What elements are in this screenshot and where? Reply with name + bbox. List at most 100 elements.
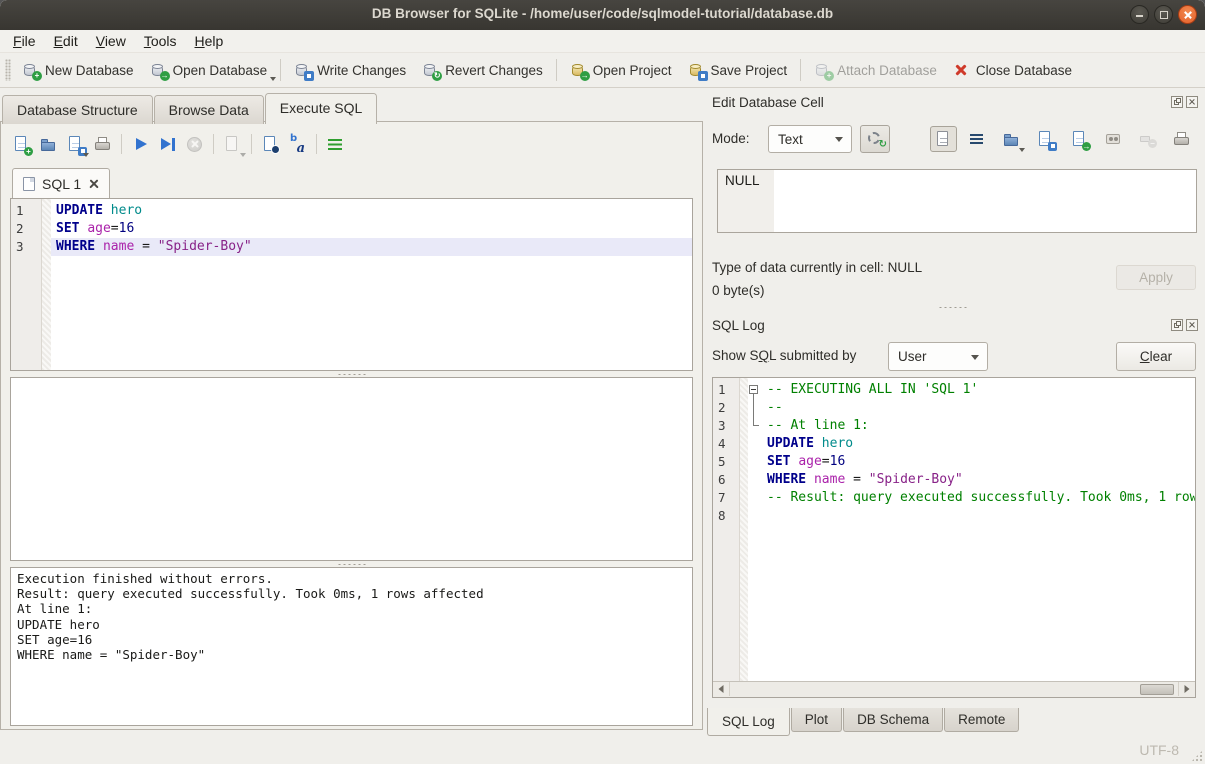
toolbar-button-label: Open Project [593,63,672,78]
edit-cell-header: Edit Database Cell [712,92,1198,112]
write-changes-button[interactable]: Write Changes [286,58,414,83]
scroll-right-icon[interactable] [1178,682,1195,696]
execute-current-line-icon[interactable] [154,131,181,157]
minimize-button[interactable] [1130,5,1149,24]
text-mode-icon[interactable] [930,126,957,152]
open-badge-icon [580,71,590,81]
edit-cell-title: Edit Database Cell [712,95,824,110]
main-toolbar: New Database Open Database Write ChangesRe… [0,52,1205,88]
toolbar-button-label: Close Database [976,63,1072,78]
code-line: 1-- EXECUTING ALL IN 'SQL 1' [713,381,1195,399]
menu-edit[interactable]: Edit [45,31,87,51]
find-icon[interactable] [257,131,284,157]
open-in-external-icon[interactable] [1100,126,1127,152]
find-replace-icon[interactable] [284,131,311,157]
scrollbar-thumb[interactable] [1140,684,1174,695]
dropdown-caret-icon [83,153,89,157]
mode-select[interactable]: Text [768,125,852,153]
toolbar-separator [556,59,557,81]
apply-button[interactable]: Apply [1116,265,1196,290]
open-database-button[interactable]: Open Database [142,58,276,83]
statusbar: UTF-8 [0,735,1205,764]
dock-tab-sql-log[interactable]: SQL Log [707,708,790,736]
resize-grip[interactable] [1191,750,1203,762]
save-results-icon [219,131,246,157]
execute-all-icon[interactable] [127,131,154,157]
fold-marker[interactable] [748,381,762,399]
menu-view[interactable]: View [87,31,135,51]
horizontal-scrollbar[interactable] [713,681,1195,697]
scrollbar-track[interactable] [730,682,1178,697]
toolbar-separator [280,59,281,81]
revert-changes-button[interactable]: Revert Changes [414,58,551,83]
execution-message-pane[interactable]: Execution finished without errors. Resul… [10,567,693,726]
apply-data-icon[interactable] [1066,126,1093,152]
auto-apply-button[interactable]: ↻ [860,125,890,153]
float-panel-icon[interactable] [1171,96,1183,108]
tab-browse-data[interactable]: Browse Data [154,95,264,124]
clear-button-label: Clear [1140,349,1172,364]
open-project-button[interactable]: Open Project [562,58,680,83]
window-title: DB Browser for SQLite - /home/user/code/… [0,6,1205,21]
dropdown-caret-icon [240,153,246,157]
print-icon[interactable] [89,131,116,157]
log-filter-label: Show SQL submitted by [712,348,856,363]
open-sql-file-icon[interactable] [35,131,62,157]
import-data-icon[interactable] [998,126,1025,152]
db-icon [422,62,439,79]
maximize-button[interactable] [1154,5,1173,24]
tab-execute-sql[interactable]: Execute SQL [265,93,378,124]
auto-format-icon[interactable] [322,131,349,157]
export-data-icon[interactable] [1032,126,1059,152]
word-wrap-icon[interactable] [964,126,991,152]
new-sql-tab-icon[interactable] [8,131,35,157]
save-project-button[interactable]: Save Project [680,58,796,83]
dock-tab-plot[interactable]: Plot [791,708,842,732]
menu-tools[interactable]: Tools [135,31,186,51]
code-line: 1UPDATE hero [11,202,692,220]
close-panel-icon[interactable] [1186,319,1198,331]
db-icon [150,62,167,79]
code-line: 7-- Result: query executed successfully.… [713,489,1195,507]
results-table[interactable] [10,377,693,561]
toolbar-grip[interactable] [5,59,11,81]
code-line: 6WHERE name = "Spider-Boy" [713,471,1195,489]
float-panel-icon[interactable] [1171,319,1183,331]
dock-tab-db-schema[interactable]: DB Schema [843,708,943,732]
sql-editor[interactable]: 1UPDATE hero2SET age=163WHERE name = "Sp… [10,198,693,371]
sql-log-view[interactable]: 1-- EXECUTING ALL IN 'SQL 1'2--3-- At li… [712,377,1196,698]
tab-database-structure[interactable]: Database Structure [2,95,153,124]
db-icon [22,62,39,79]
dropdown-caret-icon [270,77,276,81]
dock-tab-remote[interactable]: Remote [944,708,1019,732]
print-cell-icon[interactable] [1168,126,1195,152]
fold-marker [748,453,762,471]
save-badge-icon [304,71,314,81]
close-tab-icon[interactable] [88,178,99,189]
set-null-icon [1134,126,1161,152]
menu-help[interactable]: Help [186,31,233,51]
new-database-button[interactable]: New Database [14,58,142,83]
close-panel-icon[interactable] [1186,96,1198,108]
sql-file-tab-label: SQL 1 [42,176,81,192]
cell-editor[interactable]: NULL [717,169,1197,233]
clear-log-button[interactable]: Clear [1116,342,1196,371]
splitter-handle[interactable] [707,305,1198,310]
close-database-button[interactable]: Close Database [945,58,1080,83]
fold-marker [748,507,762,525]
close-button[interactable] [1178,5,1197,24]
menu-file[interactable]: File [4,31,45,51]
db-icon-gold [570,62,587,79]
scroll-left-icon[interactable] [713,682,730,696]
save-sql-file-icon[interactable] [62,131,89,157]
log-filter-select[interactable]: User [888,342,988,371]
main-tabbar: Database StructureBrowse DataExecute SQL [2,93,378,124]
toolbar-button-label: Attach Database [837,63,937,78]
titlebar[interactable]: DB Browser for SQLite - /home/user/code/… [0,0,1205,31]
window-controls [1130,5,1197,24]
chevron-down-icon [835,137,843,142]
fold-marker [748,489,762,507]
toolbar-button-label: Open Database [173,63,268,78]
toolbar-separator [316,134,317,154]
sql-file-tab[interactable]: SQL 1 [12,168,110,198]
